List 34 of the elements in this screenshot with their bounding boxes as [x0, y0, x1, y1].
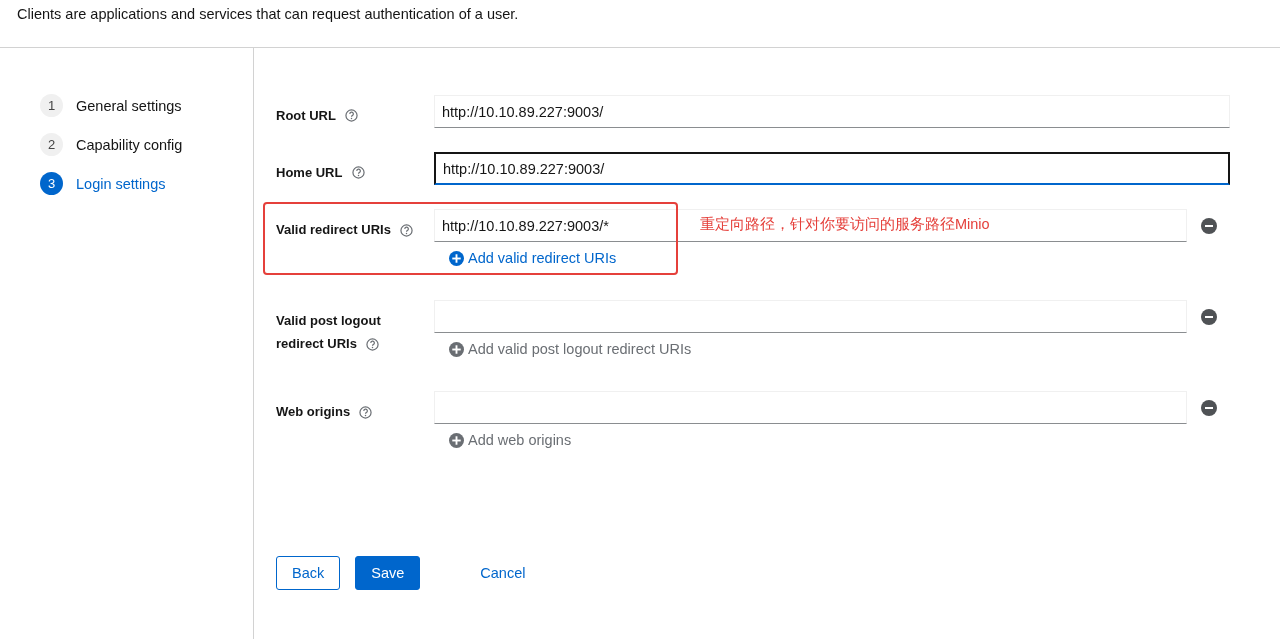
page-description: Clients are applications and services that can request authentication of a user. — [17, 6, 520, 22]
field-label: Valid redirect URIs — [276, 218, 413, 241]
add-icon — [449, 341, 464, 357]
wizard-step[interactable]: 1 General settings — [40, 94, 182, 117]
wizard-step[interactable]: 2 Capability config — [40, 133, 183, 156]
remove-icon[interactable] — [1201, 308, 1217, 325]
step-number: 2 — [40, 133, 63, 156]
help-icon[interactable] — [365, 338, 379, 352]
url-field[interactable]: http://10.10.89.227:9003/ — [434, 152, 1230, 185]
add-icon — [449, 250, 464, 266]
uri-field[interactable] — [434, 391, 1187, 424]
add-link[interactable]: Add web origins — [449, 432, 572, 448]
field-label: Valid post logout redirect URIs — [276, 312, 382, 354]
field-label: Web origins — [276, 400, 372, 423]
remove-icon[interactable] — [1201, 217, 1217, 234]
remove-icon[interactable] — [1201, 399, 1217, 416]
wizard-step[interactable]: 3 Login settings — [40, 172, 166, 195]
help-icon[interactable] — [399, 224, 413, 238]
help-icon[interactable] — [351, 166, 365, 180]
field-label: Root URL — [276, 107, 336, 125]
cancel-link[interactable]: Cancel — [465, 556, 541, 590]
add-icon — [449, 432, 464, 448]
step-number: 3 — [40, 172, 63, 195]
help-icon[interactable] — [345, 109, 359, 123]
save-button[interactable]: Save — [355, 556, 421, 590]
step-number: 1 — [40, 94, 63, 117]
uri-field[interactable] — [434, 300, 1187, 333]
field-label: Home URL — [276, 164, 343, 182]
annotation-note: 重定向路径，针对你要访问的服务路径Minio — [700, 215, 990, 234]
add-link[interactable]: Add valid redirect URIs — [449, 250, 617, 266]
url-field[interactable]: http://10.10.89.227:9003/ — [434, 95, 1230, 128]
help-icon[interactable] — [358, 406, 372, 420]
back-button[interactable]: Back — [276, 556, 341, 590]
add-link[interactable]: Add valid post logout redirect URIs — [449, 341, 692, 357]
